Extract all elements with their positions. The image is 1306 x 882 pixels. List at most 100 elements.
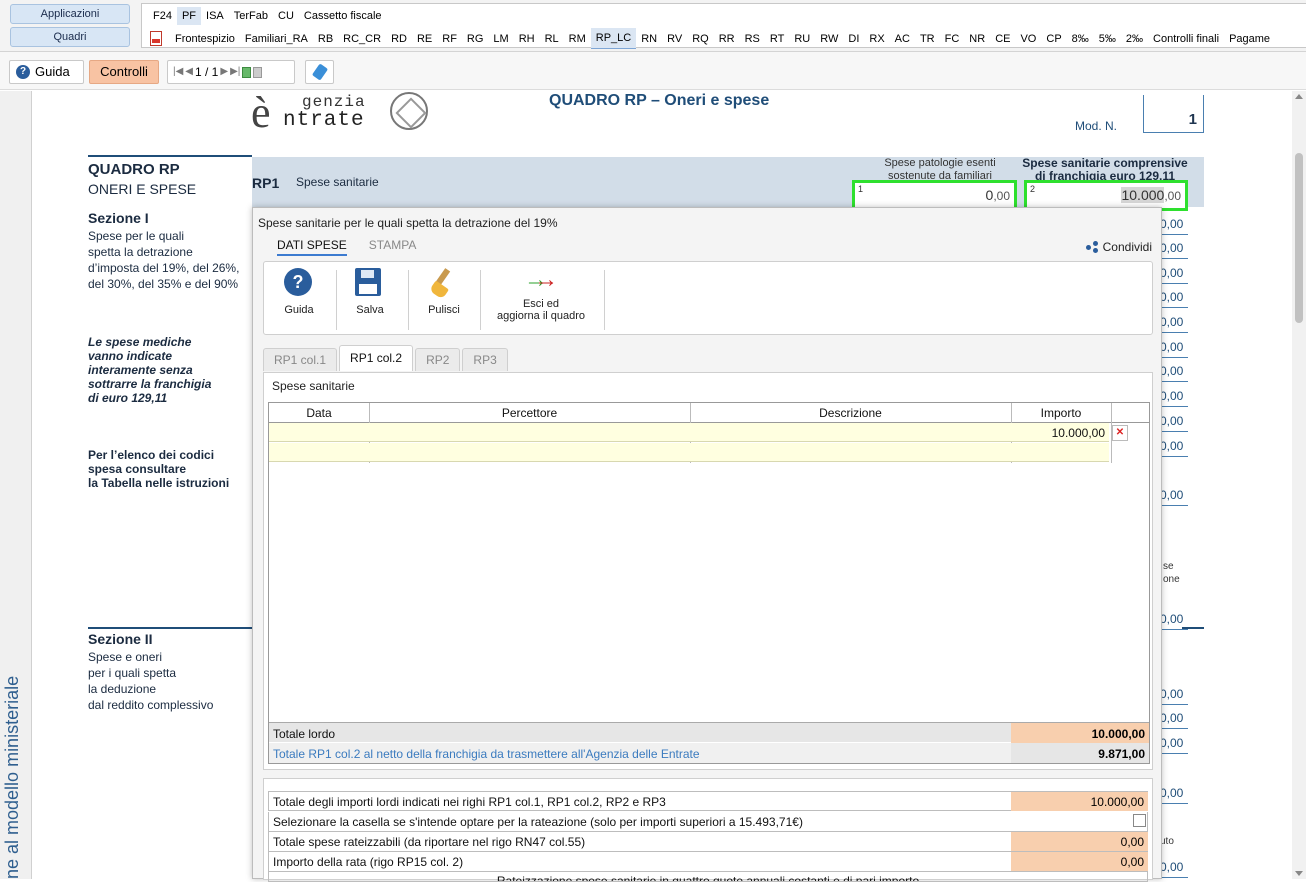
table-row[interactable]: 10.000,00 (269, 423, 1109, 442)
form-field[interactable]: 0,00 (1160, 410, 1188, 432)
tab-lm[interactable]: LM (488, 29, 513, 49)
tab-ce[interactable]: CE (990, 29, 1015, 49)
tab-2-permille[interactable]: 2‰ (1121, 29, 1148, 49)
tab-5-permille[interactable]: 5‰ (1094, 29, 1121, 49)
first-page-icon[interactable]: |◀ (173, 61, 183, 83)
tab-pagamenti[interactable]: Pagame (1224, 29, 1275, 49)
add-page-icon[interactable] (242, 66, 252, 78)
last-page-icon[interactable]: ▶| (230, 61, 240, 83)
scroll-down-icon[interactable] (1295, 871, 1303, 876)
pdf-icon[interactable] (150, 31, 162, 46)
codici-note: Per l’elenco dei codici spesa consultare… (88, 448, 229, 490)
tab-rt[interactable]: RT (765, 29, 789, 49)
tab-isa[interactable]: ISA (201, 7, 229, 25)
next-page-icon[interactable]: ▶ (220, 61, 228, 83)
section-2-text: Spese e oneri per i quali spetta la dedu… (88, 649, 213, 713)
esci-label-2: aggiorna il quadro (496, 310, 586, 322)
tab-fc[interactable]: FC (940, 29, 965, 49)
tab-stampa[interactable]: STAMPA (369, 238, 417, 256)
tab-terfab[interactable]: TerFab (229, 7, 273, 25)
controlli-button[interactable]: Controlli (89, 60, 159, 84)
tab-frontespizio[interactable]: Frontespizio (170, 29, 240, 49)
table-row[interactable] (269, 443, 1109, 462)
tab-cu[interactable]: CU (273, 7, 299, 25)
form-field[interactable]: 0,00 (1160, 856, 1188, 878)
form-field[interactable]: 0,00 (1160, 683, 1188, 705)
tab-rx[interactable]: RX (864, 29, 889, 49)
form-field[interactable]: 0,00 (1160, 707, 1188, 729)
scroll-up-icon[interactable] (1295, 94, 1303, 99)
tab-rc-cr[interactable]: RC_CR (338, 29, 386, 49)
tab-rf[interactable]: RF (437, 29, 462, 49)
tab-rw[interactable]: RW (815, 29, 843, 49)
form-field[interactable]: 0,00 (1160, 286, 1188, 308)
form-field[interactable]: 0,00 (1160, 336, 1188, 358)
column-header-percettore[interactable]: Percettore (369, 406, 690, 420)
tab-rp1-col1[interactable]: RP1 col.1 (263, 348, 338, 371)
tab-re[interactable]: RE (412, 29, 437, 49)
tab-cassetto-fiscale[interactable]: Cassetto fiscale (299, 7, 387, 25)
tab-rp1-col2[interactable]: RP1 col.2 (339, 345, 414, 371)
summary-panel: Totale degli importi lordi indicati nei … (263, 778, 1153, 882)
tab-rg[interactable]: RG (462, 29, 489, 49)
delete-row-icon[interactable]: ✕ (1112, 425, 1128, 441)
tab-pf[interactable]: PF (176, 7, 202, 25)
guida-button[interactable]: ? Guida (9, 60, 84, 84)
tab-rq[interactable]: RQ (687, 29, 714, 49)
tab-rl[interactable]: RL (540, 29, 564, 49)
form-field[interactable]: 0,00 (1160, 732, 1188, 754)
tab-rv[interactable]: RV (662, 29, 687, 49)
vertical-scrollbar[interactable] (1292, 91, 1306, 879)
prev-page-icon[interactable]: ◀ (185, 61, 193, 83)
tab-rn[interactable]: RN (636, 29, 662, 49)
tab-rb[interactable]: RB (313, 29, 338, 49)
tab-cp[interactable]: CP (1041, 29, 1066, 49)
applicazioni-button[interactable]: Applicazioni (10, 4, 130, 24)
tab-f24[interactable]: F24 (148, 7, 177, 25)
salva-button[interactable]: Salva (350, 268, 390, 316)
clean-tool-button[interactable] (305, 60, 334, 84)
tab-rm[interactable]: RM (564, 29, 591, 49)
mod-number-box[interactable]: 1 (1143, 95, 1204, 133)
delete-page-icon[interactable] (253, 66, 263, 78)
tab-ac[interactable]: AC (890, 29, 915, 49)
form-field[interactable]: 0,00 (1160, 484, 1188, 506)
tab-rh[interactable]: RH (514, 29, 540, 49)
tab-controlli-finali[interactable]: Controlli finali (1148, 29, 1224, 49)
tab-rr[interactable]: RR (714, 29, 740, 49)
form-field[interactable]: 0,00 (1160, 311, 1188, 333)
rateazione-checkbox[interactable] (1133, 814, 1146, 827)
column-header-importo[interactable]: Importo (1011, 406, 1111, 420)
column-header-data[interactable]: Data (269, 406, 369, 420)
form-field[interactable]: 0,00 (1160, 435, 1188, 457)
guida-action-button[interactable]: ? Guida (278, 268, 320, 316)
tab-rd[interactable]: RD (386, 29, 412, 49)
form-field[interactable]: 0,00 (1160, 262, 1188, 284)
column-header-descrizione[interactable]: Descrizione (690, 406, 1011, 420)
tab-vo[interactable]: VO (1015, 29, 1041, 49)
mod-number: 1 (1188, 111, 1197, 128)
form-field[interactable]: 0,00 (1160, 213, 1188, 235)
tab-tr[interactable]: TR (915, 29, 940, 49)
esci-aggiorna-button[interactable]: → → Esci ed aggiorna il quadro (488, 268, 594, 323)
tab-dati-spese[interactable]: DATI SPESE (277, 238, 347, 256)
importo-cell[interactable]: 10.000,00 (1052, 426, 1105, 440)
tab-rp-lc[interactable]: RP_LC (590, 28, 637, 49)
condividi-button[interactable]: Condividi (1085, 240, 1152, 254)
form-field[interactable]: 0,00 (1160, 237, 1188, 259)
form-field[interactable]: 0,00 (1160, 782, 1188, 804)
tab-ru[interactable]: RU (789, 29, 815, 49)
tab-nr[interactable]: NR (964, 29, 990, 49)
pulisci-button[interactable]: Pulisci (422, 268, 466, 316)
scroll-thumb[interactable] (1295, 153, 1303, 323)
tab-rs[interactable]: RS (740, 29, 765, 49)
tab-8-permille[interactable]: 8‰ (1067, 29, 1094, 49)
tab-familiari-ra[interactable]: Familiari_RA (240, 29, 313, 49)
form-field[interactable]: 0,00 (1160, 385, 1188, 407)
tab-rp2[interactable]: RP2 (415, 348, 461, 371)
page-indicator: 1 / 1 (195, 65, 219, 79)
quadri-button[interactable]: Quadri (10, 27, 130, 47)
tab-rp3[interactable]: RP3 (462, 348, 508, 371)
tab-di[interactable]: DI (843, 29, 864, 49)
form-field[interactable]: 0,00 (1160, 360, 1188, 382)
